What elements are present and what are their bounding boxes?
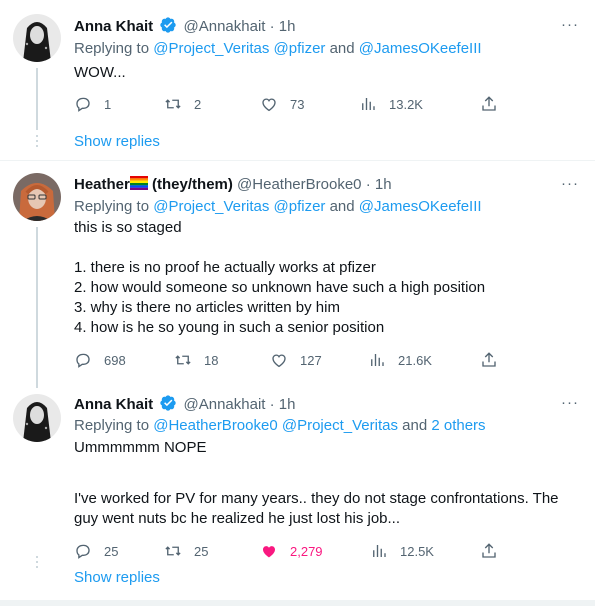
verified-badge-icon <box>160 17 177 33</box>
like-count: 2,279 <box>290 543 323 559</box>
display-name-suffix[interactable]: (they/them) <box>148 176 233 193</box>
tweet-header: Heather (they/them) @HeatherBrooke0 · 1h <box>74 175 392 195</box>
show-replies-link[interactable]: Show replies <box>74 568 160 588</box>
reply-count: 25 <box>104 543 119 559</box>
replying-users-link[interactable]: @Project_Veritas @pfizer <box>153 198 325 215</box>
views-chart-icon <box>362 98 375 110</box>
user-handle[interactable]: @Annakhait <box>184 18 266 35</box>
tweet-text-line: 2. how would someone so unknown have suc… <box>74 279 486 296</box>
replying-last-link[interactable]: @JamesOKeefeIII <box>359 198 482 215</box>
verified-badge-icon <box>160 395 177 411</box>
user-handle[interactable]: @HeatherBrooke0 <box>237 176 361 193</box>
reply-button[interactable]: 698 <box>74 350 126 370</box>
share-icon <box>482 543 496 558</box>
reply-icon <box>76 544 90 559</box>
more-options-button[interactable]: ··· <box>561 394 581 414</box>
retweet-count: 18 <box>204 352 219 368</box>
timestamp[interactable]: · 1h <box>270 18 296 35</box>
reply-button[interactable]: 25 <box>74 541 118 561</box>
view-count: 12.5K <box>400 543 434 559</box>
share-button[interactable] <box>480 94 510 114</box>
display-name[interactable]: Anna Khait <box>74 18 153 35</box>
replying-to: Replying to @Project_Veritas @pfizer and… <box>74 198 482 215</box>
heart-filled-icon <box>263 546 275 558</box>
tweet-actions: 1 2 73 13.2K <box>74 94 504 114</box>
tweet-text-line: this is so staged <box>74 219 182 236</box>
like-button[interactable]: 73 <box>260 94 304 114</box>
tweet-actions: 25 25 2,279 12.5K <box>74 541 504 561</box>
avatar[interactable] <box>13 173 61 221</box>
user-handle[interactable]: @Annakhait <box>184 396 266 413</box>
tweet-actions: 698 18 127 21.6K <box>74 350 504 370</box>
tweet-text: WOW... <box>74 64 126 81</box>
view-count: 21.6K <box>398 352 432 368</box>
thread-dots <box>35 135 39 150</box>
retweet-icon <box>165 546 181 556</box>
reply-count: 1 <box>104 96 112 112</box>
views-button[interactable]: 13.2K <box>359 94 423 114</box>
thread-line <box>36 227 38 388</box>
replying-last-link[interactable]: @JamesOKeefeIII <box>359 40 482 57</box>
like-count: 127 <box>300 352 322 368</box>
tweet-text-line: I've worked for PV for many years.. they… <box>74 490 559 507</box>
reply-icon <box>76 353 90 368</box>
like-button[interactable]: 127 <box>270 350 322 370</box>
tweet-2[interactable]: Heather (they/them) @HeatherBrooke0 · 1h… <box>0 161 595 388</box>
tweet-text-line: guy went nuts bc he realized he just los… <box>74 510 401 527</box>
thread-dots <box>35 556 39 571</box>
section-separator <box>0 600 595 606</box>
display-name[interactable]: Heather <box>74 176 130 193</box>
thread-line <box>36 68 38 130</box>
tweet-1[interactable]: Anna Khait @Annakhait · 1h Replying to @… <box>0 0 595 160</box>
retweet-button[interactable]: 18 <box>174 350 218 370</box>
tweet-header: Anna Khait @Annakhait · 1h <box>74 16 296 37</box>
reply-button[interactable]: 1 <box>74 94 111 114</box>
views-button[interactable]: 12.5K <box>370 541 434 561</box>
timestamp[interactable]: · 1h <box>270 396 296 413</box>
show-replies-link[interactable]: Show replies <box>74 132 160 152</box>
retweet-button[interactable]: 2 <box>164 94 201 114</box>
more-options-button[interactable]: ··· <box>561 175 581 195</box>
replying-to: Replying to @HeatherBrooke0 @Project_Ver… <box>74 417 486 434</box>
share-icon <box>482 352 496 367</box>
heart-icon <box>272 354 286 368</box>
heart-icon <box>262 98 276 112</box>
share-button[interactable] <box>480 350 510 370</box>
views-chart-icon <box>373 545 386 557</box>
tweet-header: Anna Khait @Annakhait · 1h <box>74 394 296 415</box>
retweet-button[interactable]: 25 <box>164 541 208 561</box>
replying-to: Replying to @Project_Veritas @pfizer and… <box>74 40 482 57</box>
replying-others-link[interactable]: 2 others <box>431 417 485 434</box>
timestamp[interactable]: · 1h <box>366 176 392 193</box>
tweet-text-line: 4. how is he so young in such a senior p… <box>74 319 385 336</box>
share-icon <box>482 96 496 111</box>
more-options-button[interactable]: ··· <box>561 16 581 36</box>
replying-users-link[interactable]: @HeatherBrooke0 @Project_Veritas <box>153 417 398 434</box>
tweet-text-line: Ummmmmm NOPE <box>74 439 207 456</box>
tweet-text-line: 1. there is no proof he actually works a… <box>74 259 376 276</box>
like-button[interactable]: 2,279 <box>260 541 323 561</box>
avatar[interactable] <box>13 394 61 442</box>
display-name[interactable]: Anna Khait <box>74 396 153 413</box>
retweet-count: 2 <box>194 96 202 112</box>
views-chart-icon <box>371 354 384 366</box>
retweet-icon <box>175 355 191 365</box>
views-button[interactable]: 21.6K <box>368 350 432 370</box>
avatar[interactable] <box>13 14 61 62</box>
view-count: 13.2K <box>389 96 423 112</box>
reply-count: 698 <box>104 352 126 368</box>
like-count: 73 <box>290 96 305 112</box>
reply-icon <box>76 97 90 112</box>
retweet-icon <box>165 99 181 109</box>
rainbow-flag-icon <box>129 176 148 190</box>
tweet-3[interactable]: Anna Khait @Annakhait · 1h Replying to @… <box>0 382 595 600</box>
replying-users-link[interactable]: @Project_Veritas @pfizer <box>153 40 325 57</box>
tweet-text-line: 3. why is there no articles written by h… <box>74 299 340 316</box>
retweet-count: 25 <box>194 543 209 559</box>
share-button[interactable] <box>480 541 510 561</box>
